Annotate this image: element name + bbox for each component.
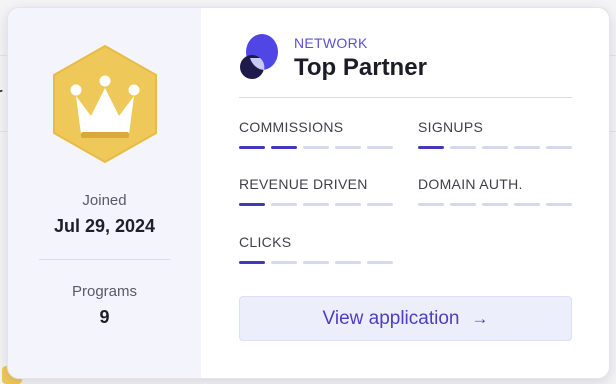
level-segment-empty <box>482 203 508 206</box>
level-segment-empty <box>482 146 508 149</box>
level-segment-empty <box>450 203 476 206</box>
level-segment-empty <box>335 261 361 264</box>
level-segment-filled <box>239 261 265 264</box>
level-segment-filled <box>239 146 265 149</box>
level-segment-empty <box>367 146 393 149</box>
partner-summary-panel: Joined Jul 29, 2024 Programs 9 <box>8 8 201 378</box>
metric-level-bars <box>239 146 393 149</box>
partner-name: Top Partner <box>294 54 427 81</box>
background-text-fragment: r <box>0 84 3 107</box>
metric-commissions: COMMISSIONS <box>239 119 395 155</box>
joined-date: Jul 29, 2024 <box>53 216 156 236</box>
metric-level-bars <box>418 146 572 149</box>
level-segment-empty <box>335 203 361 206</box>
level-segment-empty <box>367 203 393 206</box>
metric-level-bars <box>239 203 393 206</box>
level-segment-filled <box>418 146 444 149</box>
header-divider <box>239 97 572 98</box>
network-logo-icon <box>240 34 278 79</box>
programs-label: Programs <box>71 283 138 300</box>
metric-label: REVENUE DRIVEN <box>239 176 368 192</box>
metric-label: COMMISSIONS <box>239 119 344 135</box>
level-segment-empty <box>303 146 329 149</box>
metric-domain-authority: DOMAIN AUTH. <box>418 176 574 212</box>
level-segment-empty <box>514 203 540 206</box>
metric-signups: SIGNUPS <box>418 119 574 155</box>
metric-label: SIGNUPS <box>418 119 484 135</box>
level-segment-filled <box>239 203 265 206</box>
level-segment-empty <box>367 261 393 264</box>
crown-icon <box>53 44 157 164</box>
level-segment-empty <box>418 203 444 206</box>
level-segment-empty <box>450 146 476 149</box>
programs-count: 9 <box>99 307 110 327</box>
level-segment-empty <box>303 203 329 206</box>
level-segment-empty <box>514 146 540 149</box>
metric-level-bars <box>239 261 393 264</box>
joined-label: Joined <box>82 192 127 209</box>
metric-label: CLICKS <box>239 234 292 250</box>
level-segment-empty <box>303 261 329 264</box>
level-segment-empty <box>271 203 297 206</box>
network-eyebrow: NETWORK <box>294 35 368 51</box>
metric-revenue-driven: REVENUE DRIVEN <box>239 176 395 212</box>
arrow-right-icon: → <box>471 308 489 328</box>
partner-hover-card: Joined Jul 29, 2024 Programs 9 NETWORK T… <box>7 7 610 379</box>
metric-clicks: CLICKS <box>239 234 395 270</box>
level-segment-filled <box>271 146 297 149</box>
level-segment-empty <box>335 146 361 149</box>
metric-level-bars <box>418 203 572 206</box>
view-application-label: View application <box>322 307 460 329</box>
level-segment-empty <box>546 146 572 149</box>
stats-divider <box>39 259 170 260</box>
metric-label: DOMAIN AUTH. <box>418 176 523 192</box>
view-application-button[interactable]: View application → <box>239 296 572 341</box>
level-segment-empty <box>546 203 572 206</box>
level-segment-empty <box>271 261 297 264</box>
